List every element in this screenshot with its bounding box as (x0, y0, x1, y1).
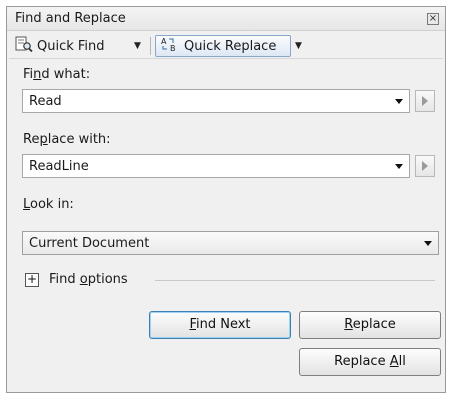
title-bar: Find and Replace × (7, 7, 445, 31)
dropdown-arrow-icon[interactable] (424, 241, 432, 246)
close-icon[interactable]: × (427, 13, 439, 25)
find-replace-window: Find and Replace × Quick Find ▼ A B Quic… (6, 6, 446, 393)
find-expression-builder-button[interactable] (415, 90, 435, 112)
find-what-input[interactable]: Read (22, 89, 410, 113)
find-options-label: Find options (49, 272, 128, 287)
find-options-row[interactable]: + Find options (25, 271, 437, 291)
toolbar: Quick Find ▼ A B Quick Replace ▼ (9, 33, 443, 59)
replace-with-label: Replace with: (23, 132, 111, 147)
look-in-select[interactable]: Current Document (22, 231, 439, 255)
window-title: Find and Replace (15, 11, 126, 26)
toolbar-separator (150, 37, 151, 55)
svg-text:A: A (161, 37, 167, 46)
quick-replace-label: Quick Replace (184, 38, 277, 54)
quick-replace-dropdown-icon[interactable]: ▼ (295, 41, 302, 51)
quick-replace-icon: A B (160, 36, 180, 56)
quick-find-label: Quick Find (37, 38, 105, 54)
look-in-value: Current Document (29, 236, 150, 251)
replace-with-input[interactable]: ReadLine (22, 154, 410, 178)
dropdown-arrow-icon[interactable] (395, 99, 403, 104)
find-next-button[interactable]: Find Next (149, 311, 291, 339)
quick-replace-button[interactable]: A B Quick Replace (155, 35, 291, 57)
quick-find-icon (15, 36, 33, 56)
find-what-label: Find what: (23, 67, 91, 82)
svg-text:B: B (170, 44, 176, 52)
replace-expression-builder-button[interactable] (415, 155, 435, 177)
look-in-label: Look in: (23, 197, 74, 212)
replace-all-button[interactable]: Replace All (299, 348, 441, 376)
replace-with-value: ReadLine (29, 159, 89, 174)
dropdown-arrow-icon[interactable] (395, 164, 403, 169)
find-what-value: Read (29, 94, 62, 109)
expand-options-icon[interactable]: + (25, 273, 39, 287)
quick-find-dropdown-icon[interactable]: ▼ (134, 41, 141, 51)
quick-find-button[interactable]: Quick Find (11, 35, 147, 57)
options-divider (155, 280, 435, 281)
replace-button[interactable]: Replace (299, 311, 441, 339)
